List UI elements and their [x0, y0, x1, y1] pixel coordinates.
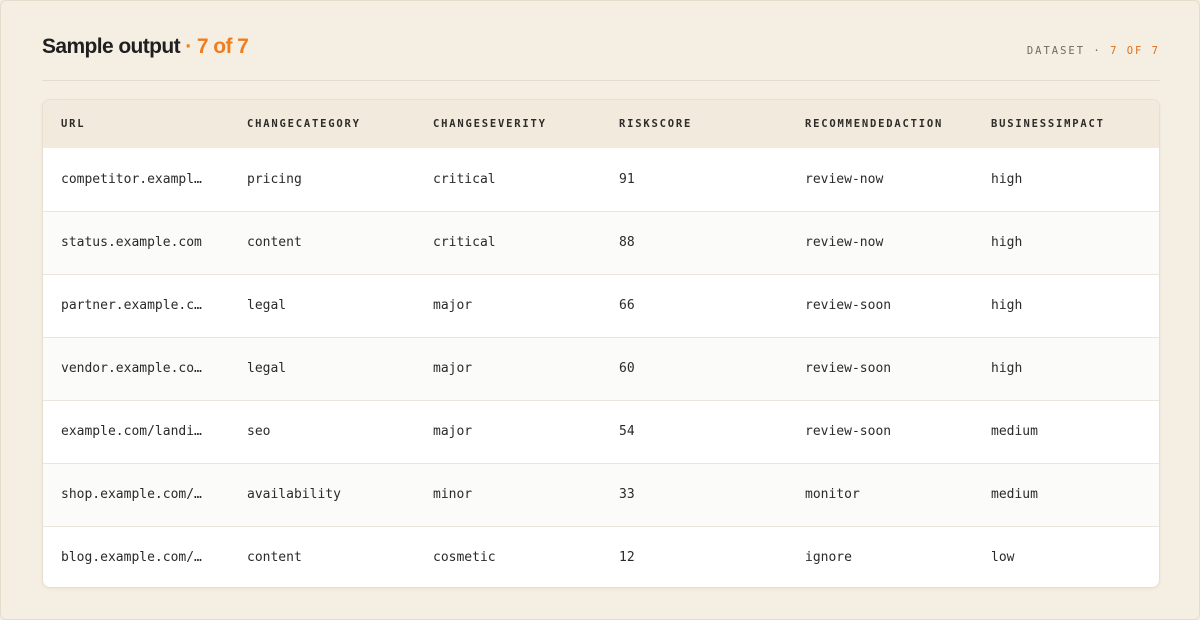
cell-businessimpact: medium	[991, 424, 1038, 439]
cell-url: vendor.example.co…	[61, 361, 202, 376]
table-row[interactable]: status.example.com content critical 88 r…	[43, 211, 1159, 274]
column-header-changeseverity[interactable]: CHANGESEVERITY	[415, 100, 601, 148]
cell-riskscore: 33	[619, 487, 635, 502]
cell-riskscore: 60	[619, 361, 635, 376]
results-table: URL CHANGECATEGORY CHANGESEVERITY RISKSC…	[43, 100, 1159, 587]
cell-businessimpact: high	[991, 235, 1023, 250]
cell-url: competitor.exampl…	[61, 171, 202, 187]
dataset-indicator: DATASET · 7 OF 7	[1027, 45, 1160, 57]
results-table-card: URL CHANGECATEGORY CHANGESEVERITY RISKSC…	[42, 99, 1160, 588]
table-row[interactable]: example.com/landi… seo major 54 review-s…	[43, 400, 1159, 463]
cell-recommendedaction: review-soon	[805, 298, 892, 313]
cell-changeseverity: cosmetic	[433, 550, 496, 566]
cell-changeseverity: critical	[433, 171, 496, 187]
cell-businessimpact: low	[991, 550, 1015, 566]
cell-changeseverity: major	[433, 424, 473, 439]
table-row[interactable]: blog.example.com/… content cosmetic 12 i…	[43, 526, 1159, 587]
page-frame: Sample output · 7 of 7 DATASET · 7 OF 7 …	[0, 0, 1200, 620]
column-header-changecategory[interactable]: CHANGECATEGORY	[229, 100, 415, 148]
cell-riskscore: 54	[619, 424, 635, 439]
cell-url: status.example.com	[61, 235, 202, 250]
cell-url: blog.example.com/…	[61, 550, 202, 566]
cell-recommendedaction: ignore	[805, 550, 852, 566]
cell-changeseverity: major	[433, 298, 473, 313]
cell-businessimpact: high	[991, 298, 1023, 313]
column-header-businessimpact[interactable]: BUSINESSIMPACT	[973, 100, 1159, 148]
cell-riskscore: 12	[619, 550, 635, 566]
cell-changecategory: pricing	[247, 171, 302, 187]
cell-changeseverity: critical	[433, 235, 496, 250]
cell-changecategory: availability	[247, 487, 341, 502]
cell-businessimpact: high	[991, 361, 1023, 376]
cell-url: example.com/landi…	[61, 424, 202, 439]
column-header-riskscore[interactable]: RISKSCORE	[601, 100, 787, 148]
cell-recommendedaction: review-soon	[805, 424, 892, 439]
cell-recommendedaction: review-now	[805, 235, 884, 250]
dataset-label: DATASET ·	[1026, 45, 1102, 57]
cell-changecategory: content	[247, 235, 302, 250]
title-count: · 7 of 7	[185, 35, 249, 58]
cell-riskscore: 66	[619, 298, 635, 313]
cell-changecategory: content	[247, 550, 302, 566]
cell-recommendedaction: review-now	[805, 171, 884, 187]
cell-changeseverity: major	[433, 361, 473, 376]
cell-businessimpact: medium	[991, 487, 1038, 502]
cell-riskscore: 91	[619, 171, 635, 187]
table-row[interactable]: partner.example.c… legal major 66 review…	[43, 274, 1159, 337]
cell-riskscore: 88	[619, 235, 635, 250]
cell-url: partner.example.c…	[61, 298, 202, 313]
cell-changecategory: seo	[247, 424, 271, 439]
cell-changecategory: legal	[247, 298, 287, 313]
cell-url: shop.example.com/…	[61, 487, 202, 502]
cell-businessimpact: high	[991, 171, 1023, 187]
title-text: Sample output	[42, 35, 181, 58]
cell-changeseverity: minor	[433, 487, 473, 502]
page-header: Sample output · 7 of 7 DATASET · 7 OF 7	[42, 35, 1160, 81]
cell-recommendedaction: review-soon	[805, 361, 892, 376]
table-header-row: URL CHANGECATEGORY CHANGESEVERITY RISKSC…	[43, 100, 1159, 148]
table-row[interactable]: competitor.exampl… pricing critical 91 r…	[43, 148, 1159, 211]
dataset-count: 7 OF 7	[1110, 45, 1160, 57]
column-header-recommendedaction[interactable]: RECOMMENDEDACTION	[787, 100, 973, 148]
table-row[interactable]: shop.example.com/… availability minor 33…	[43, 463, 1159, 526]
column-header-url[interactable]: URL	[43, 100, 229, 148]
table-row[interactable]: vendor.example.co… legal major 60 review…	[43, 337, 1159, 400]
cell-changecategory: legal	[247, 361, 287, 376]
page-title: Sample output · 7 of 7	[42, 35, 249, 59]
cell-recommendedaction: monitor	[805, 487, 860, 502]
